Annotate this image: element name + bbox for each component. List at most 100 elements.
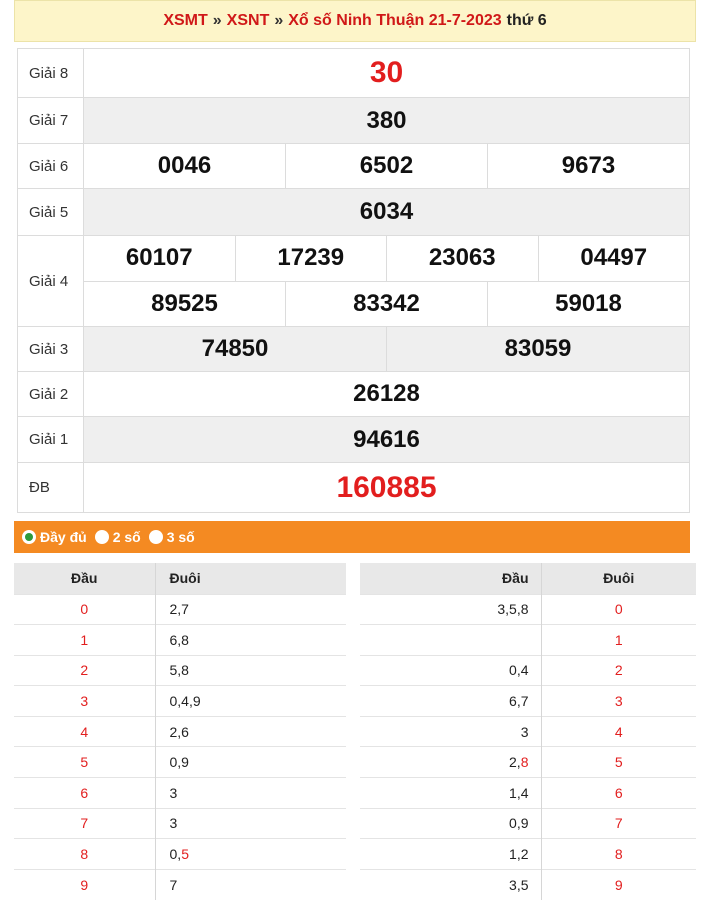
dau-digit: 3 (14, 685, 156, 717)
breadcrumb: XSMT » XSNT » Xổ số Ninh Thuận 21-7-2023… (14, 0, 696, 42)
dau-values: 2,8 (360, 746, 542, 778)
dau-digit: 5 (14, 746, 156, 778)
prize-subrow: 0046 6502 9673 (84, 144, 689, 188)
table-row: 6,7 3 (360, 685, 696, 717)
digit-list: 1,2 (509, 846, 529, 863)
dau-digit: 8 (14, 838, 156, 870)
prize-values: 30 (84, 49, 689, 97)
dau-digit: 4 (14, 715, 156, 747)
duoi-digit: 4 (541, 715, 696, 747)
dau-header: Đầu (360, 563, 542, 594)
prize-number: 160885 (336, 470, 437, 504)
table-row: 3,5 9 (360, 868, 696, 900)
breadcrumb-current-link[interactable]: Xổ số Ninh Thuận 21-7-2023 (288, 12, 501, 30)
dau-digit: 6 (14, 777, 156, 809)
prize-subrow: 26128 (84, 372, 689, 416)
prize-number: 6034 (359, 198, 414, 225)
radio-icon[interactable] (94, 530, 109, 544)
digit-list: 2,7 (169, 601, 189, 618)
dau-values: 0,9 (360, 807, 542, 839)
digit-list: 3 (169, 815, 178, 832)
prize-values: 94616 (84, 417, 689, 462)
radio-icon[interactable] (148, 530, 163, 544)
prize-number: 83342 (285, 281, 487, 326)
prize-label: Giải 3 (18, 327, 84, 371)
breadcrumb-separator: » (274, 12, 284, 29)
prize-row: Giải 8 30 (18, 49, 689, 98)
prize-row: Giải 7 380 (18, 98, 689, 144)
duoi-values: 0,4,9 (155, 685, 346, 717)
digit-list: 0,4 (509, 662, 529, 679)
digit-list: 3 (169, 784, 178, 801)
digit-list: 3,5,8 (497, 601, 529, 618)
table-row: 2 5,8 (14, 654, 346, 686)
digit-list: 0,9 (169, 754, 189, 771)
prize-row: Giải 3 74850 83059 (18, 327, 689, 372)
prize-subrow: 60107 17239 23063 04497 (84, 236, 689, 281)
radio-icon[interactable] (22, 530, 36, 544)
duoi-digit: 5 (541, 746, 696, 778)
display-option[interactable]: 2 số (94, 529, 141, 545)
option-label: 3 số (166, 529, 195, 545)
prize-number: 23063 (386, 236, 538, 281)
dau-digit: 9 (14, 868, 156, 900)
duoi-values: 5,8 (155, 654, 346, 686)
display-option[interactable]: 3 số (148, 529, 195, 545)
prize-number: 04497 (537, 236, 690, 281)
display-option[interactable]: Đầy đủ (22, 529, 87, 545)
digit-list: 5 (181, 846, 189, 863)
prize-number: 6502 (285, 144, 487, 188)
duoi-values: 0,9 (155, 746, 346, 778)
breadcrumb-separator: » (212, 12, 222, 29)
prize-row: Giải 6 0046 6502 9673 (18, 144, 689, 189)
table-row: 3,5,8 0 (360, 593, 696, 625)
table-row: 63 (14, 777, 346, 809)
duoi-digit: 2 (541, 654, 696, 686)
prize-row: Giải 1 94616 (18, 417, 689, 463)
dau-digit: 1 (14, 624, 156, 656)
duoi-values: 7 (155, 868, 346, 900)
prize-row: Giải 4 60107 17239 23063 04497 89525 83342 5901… (18, 236, 689, 327)
weekday-label: thứ 6 (506, 12, 547, 29)
duoi-values: 6,8 (155, 624, 346, 656)
dau-values: 1,2 (360, 838, 542, 870)
table-row: 1 6,8 (14, 624, 346, 656)
prize-subrow: 160885 (84, 463, 689, 512)
breadcrumb-xsmt-link[interactable]: XSMT (163, 12, 207, 30)
prize-subrow: 74850 83059 (84, 327, 689, 371)
duoi-table: Đầu Đuôi 3,5,8 0 1 0,4 2 6,7 3 3 4 2,8 5 1,4 6 0,9 7 1,… (360, 563, 696, 900)
prize-number: 74850 (201, 335, 269, 362)
table-header-row: Đầu Đuôi (360, 563, 696, 594)
breadcrumb-xsnt-link[interactable]: XSNT (227, 12, 270, 30)
duoi-values: 0,5 (155, 838, 346, 870)
dau-values: 0,4 (360, 654, 542, 686)
digit-list: 3,5 (509, 876, 529, 893)
option-label: 2 số (112, 529, 141, 545)
prize-values: 74850 83059 (84, 327, 689, 371)
digit-list: 6,8 (169, 631, 189, 648)
digit-list: 5,8 (169, 662, 189, 679)
prize-number: 59018 (487, 281, 689, 326)
dau-header: Đầu (14, 563, 156, 594)
dau-values: 1,4 (360, 777, 542, 809)
table-row: 0,4 2 (360, 654, 696, 686)
digit-list: 2,6 (169, 723, 189, 740)
duoi-digit: 3 (541, 685, 696, 717)
prize-values: 60107 17239 23063 04497 89525 83342 59018 (84, 236, 689, 326)
dau-values (360, 624, 542, 656)
prize-number: 17239 (234, 236, 387, 281)
table-row: 3 0,4,9 (14, 685, 346, 717)
duoi-values: 2,6 (155, 715, 346, 747)
dau-values: 6,7 (360, 685, 542, 717)
table-row: 4 2,6 (14, 715, 346, 747)
duoi-values: 3 (155, 807, 346, 839)
table-row: 73 (14, 807, 346, 839)
digit-list: 2, (509, 754, 521, 771)
table-row: 1,2 8 (360, 838, 696, 870)
table-row: 1 (360, 624, 696, 656)
prize-subrow: 30 (84, 49, 689, 97)
table-row: 5 0,9 (14, 746, 346, 778)
dau-values: 3 (360, 715, 542, 747)
digit-list: 0,9 (509, 815, 529, 832)
prize-number: 26128 (353, 380, 420, 407)
